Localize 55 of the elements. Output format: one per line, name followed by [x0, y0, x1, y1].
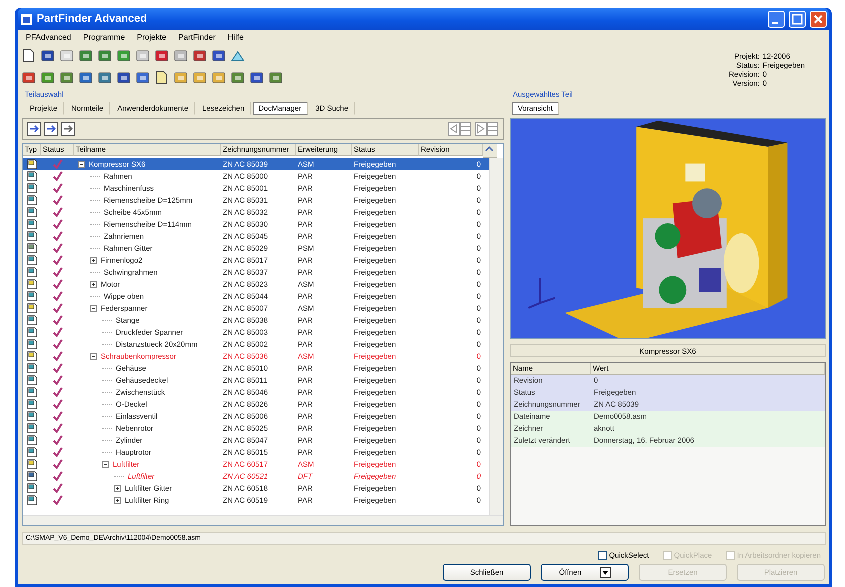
part-file-icon	[27, 374, 38, 386]
part-file-icon	[27, 338, 38, 350]
menu-item[interactable]: Hilfe	[228, 33, 244, 43]
part-file-icon	[27, 254, 38, 266]
part-file-icon	[27, 362, 38, 374]
part-file-icon	[27, 218, 38, 230]
part-file-icon	[27, 398, 38, 410]
part-file-icon	[27, 194, 38, 206]
part-file-icon	[27, 434, 38, 446]
expand-icon[interactable]	[114, 496, 121, 504]
menu-item[interactable]: Projekte	[137, 33, 167, 43]
assembly-file-icon	[27, 278, 38, 290]
assembly-file-icon	[27, 458, 38, 470]
close-icon[interactable]	[810, 10, 827, 28]
part-file-icon	[27, 422, 38, 434]
assembly-file-icon	[27, 302, 38, 314]
part-file-icon	[27, 182, 38, 194]
assembly-file-icon	[27, 158, 38, 170]
vertical-scrollbar[interactable]	[489, 158, 503, 515]
document-icon[interactable]	[155, 71, 169, 85]
part-file-icon	[27, 494, 38, 506]
dropdown-icon[interactable]	[600, 567, 611, 578]
part-file-icon	[27, 266, 38, 278]
expand-icon[interactable]	[90, 256, 97, 264]
sheet-metal-file-icon	[27, 242, 38, 254]
part-file-icon	[27, 314, 38, 326]
collapse-icon[interactable]	[102, 460, 109, 468]
part-file-icon	[27, 386, 38, 398]
app-icon	[20, 12, 33, 26]
part-file-icon	[27, 230, 38, 242]
expand-icon[interactable]	[114, 484, 121, 492]
part-file-icon	[27, 326, 38, 338]
part-file-icon	[27, 170, 38, 182]
assembly-file-icon	[27, 350, 38, 362]
document-icon[interactable]	[22, 49, 36, 63]
next-icon[interactable]	[475, 122, 499, 136]
menu-item[interactable]: PartFinder	[178, 33, 216, 43]
window-title: PartFinder Advanced	[37, 13, 148, 25]
collapse-icon[interactable]	[90, 352, 97, 360]
part-file-icon	[27, 206, 38, 218]
previous-icon[interactable]	[448, 122, 472, 136]
collapse-icon[interactable]	[90, 304, 97, 312]
triangle-icon[interactable]	[231, 49, 245, 63]
menu-item[interactable]: Programme	[83, 33, 126, 43]
part-file-icon	[27, 290, 38, 302]
part-file-icon	[27, 446, 38, 458]
expand-icon[interactable]	[90, 280, 97, 288]
maximize-icon[interactable]	[789, 10, 806, 28]
horizontal-scrollbar[interactable]	[23, 515, 503, 525]
part-file-icon	[27, 410, 38, 422]
drawing-file-icon	[27, 470, 38, 482]
part-file-icon	[27, 482, 38, 494]
collapse-icon[interactable]	[78, 160, 85, 168]
menu-item[interactable]: PFAdvanced	[26, 33, 72, 43]
minimize-icon[interactable]	[768, 10, 785, 28]
